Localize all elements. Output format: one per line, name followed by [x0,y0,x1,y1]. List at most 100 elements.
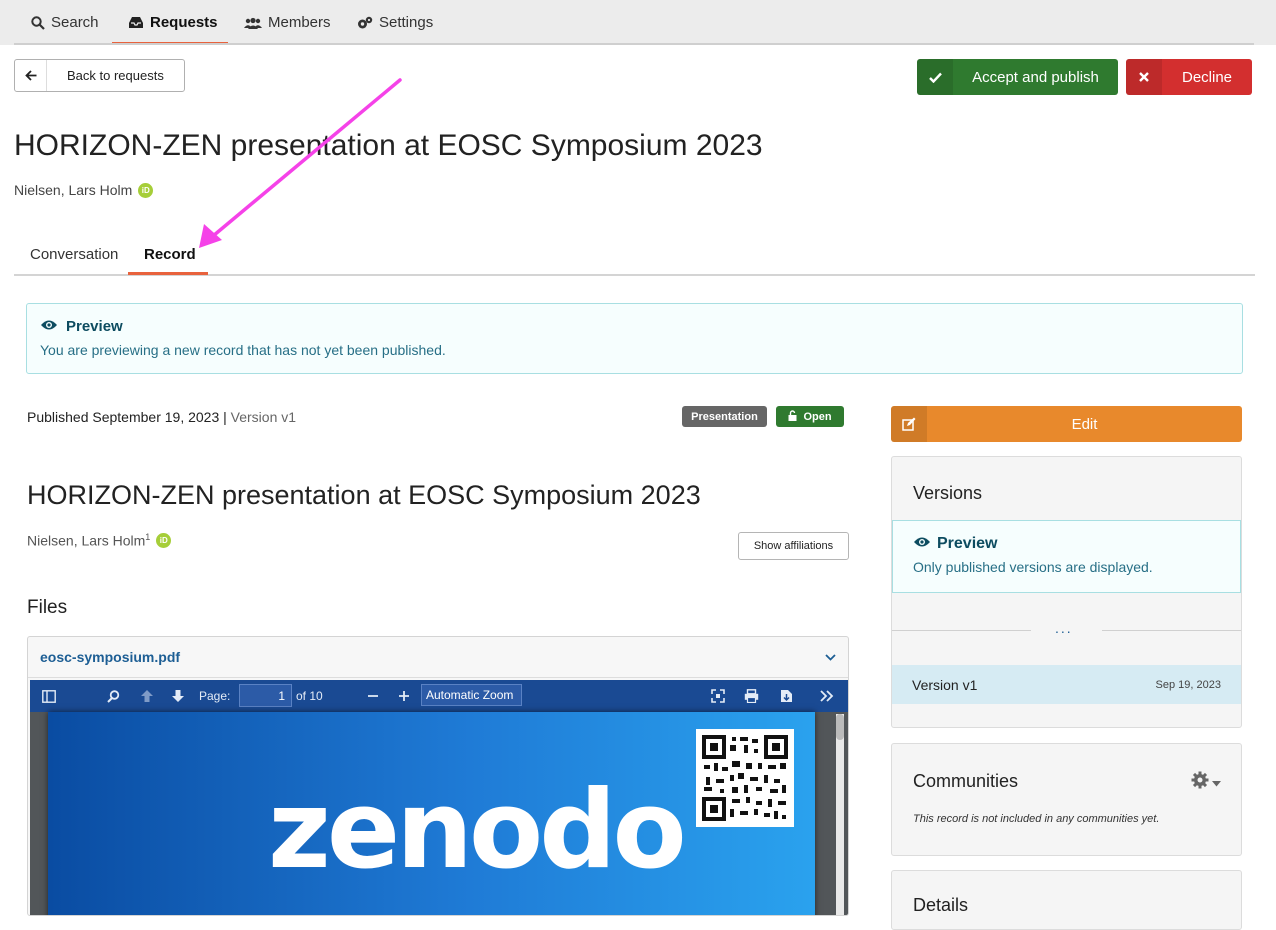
record-author-affiliation-index: 1 [145,532,151,542]
versions-preview-notice: Preview Only published versions are disp… [892,520,1241,593]
pdf-scrollbar-thumb[interactable] [836,714,844,740]
edit-label: Edit [1071,415,1098,433]
request-title: HORIZON-ZEN presentation at EOSC Symposi… [14,129,763,162]
edit-button[interactable]: Edit [891,406,1242,442]
next-page-icon[interactable] [171,680,185,712]
request-author: Nielsen, Lars Holm iD [14,182,154,198]
show-affiliations-button[interactable]: Show affiliations [738,532,849,560]
version-row[interactable]: Version v1 Sep 19, 2023 [892,665,1241,704]
unlock-icon [788,409,797,424]
versions-preview-text: Only published versions are displayed. [913,559,1153,575]
request-author-name[interactable]: Nielsen, Lars Holm [14,182,132,198]
resource-type-badge: Presentation [682,406,767,427]
versions-preview-title: Preview [937,535,998,552]
eye-icon [40,318,58,335]
divider-line-right [1102,630,1241,631]
record-author-name[interactable]: Nielsen, Lars Holm [27,533,145,549]
publication-separator: | [219,409,231,425]
arrow-left-icon [15,60,47,91]
close-icon [1126,59,1162,95]
eye-icon [913,535,931,553]
back-to-requests-button[interactable]: Back to requests [14,59,185,92]
caret-down-icon [1212,774,1221,792]
nav-divider [14,43,1254,45]
cogs-icon [357,16,373,30]
file-accordion-header[interactable]: eosc-symposium.pdf [28,637,848,678]
search-icon [31,15,45,30]
pdf-toolbar: Page: 1 of 10 Automatic Zoom [30,680,848,712]
pdf-page: zenodo [48,712,815,915]
record-author: Nielsen, Lars Holm1 iD [27,532,172,549]
version-date: Sep 19, 2023 [1155,678,1221,691]
versions-panel: Versions Preview Only published versions… [891,456,1242,728]
tab-active-indicator [128,272,208,275]
decline-button[interactable]: Decline [1126,59,1252,95]
nav-search-label: Search [51,14,99,31]
request-tabs: Conversation Record [14,238,1255,276]
preview-banner-heading: Preview [40,318,123,335]
orcid-icon[interactable]: iD [138,182,154,198]
communities-panel: Communities This record is not included … [891,743,1242,856]
record-title: HORIZON-ZEN presentation at EOSC Symposi… [27,480,701,510]
versions-heading: Versions [913,483,983,503]
tools-menu-icon[interactable] [820,680,834,712]
communities-empty-note: This record is not included in any commu… [913,813,1160,825]
gear-icon [1191,771,1209,794]
divider-line-left [892,630,1031,631]
communities-heading: Communities [913,771,1019,791]
versions-preview-heading: Preview [913,535,997,553]
access-status-label: Open [803,410,832,423]
record-author-name-wrap: Nielsen, Lars Holm1 [27,532,150,549]
nav-search[interactable]: Search [31,14,99,31]
tab-record[interactable]: Record [144,246,196,263]
zoom-select[interactable]: Automatic Zoom [421,684,522,706]
qr-code-image [696,729,794,827]
page-total: of 10 [296,689,323,703]
accept-and-publish-button[interactable]: Accept and publish [917,59,1118,95]
users-icon [244,17,262,29]
tab-conversation[interactable]: Conversation [30,246,118,263]
nav-requests-label: Requests [150,14,218,31]
presentation-mode-icon[interactable] [711,680,725,712]
preview-banner-title: Preview [66,318,123,335]
find-icon[interactable] [107,680,120,712]
access-status-badge: Open [776,406,844,427]
zoom-out-icon[interactable] [367,680,379,712]
details-panel: Details [891,870,1242,930]
nav-members[interactable]: Members [244,14,331,31]
print-icon[interactable] [744,680,759,712]
nav-settings[interactable]: Settings [357,14,433,31]
page-number-input[interactable]: 1 [239,684,292,707]
zoom-in-icon[interactable] [398,680,410,712]
check-icon [917,59,953,95]
zenodo-logo: zenodo [268,768,687,893]
file-name-link[interactable]: eosc-symposium.pdf [40,649,180,665]
orcid-icon[interactable]: iD [156,532,172,548]
chevron-down-icon[interactable] [825,648,836,666]
versions-divider: ... [892,620,1241,636]
page-label: Page: [199,689,231,703]
preview-banner: Preview You are previewing a new record … [26,303,1243,374]
pdf-scrollbar[interactable] [836,714,844,915]
versions-more-dots[interactable]: ... [1055,620,1073,636]
nav-settings-label: Settings [379,14,434,31]
accept-and-publish-label: Accept and publish [972,68,1099,86]
file-preview-panel: eosc-symposium.pdf Page: 1 of 10 Automat… [27,636,849,916]
resource-type-label: Presentation [691,410,758,423]
back-to-requests-label: Back to requests [67,68,164,83]
nav-members-label: Members [268,14,331,31]
communities-settings-dropdown[interactable] [1191,771,1221,794]
previous-page-icon[interactable] [140,680,154,712]
pdf-viewport[interactable]: zenodo [30,712,848,915]
edit-icon [891,406,927,442]
version-label[interactable]: Version v1 [912,677,977,693]
decline-label: Decline [1181,68,1233,86]
publication-date: Published September 19, 2023 [27,409,220,425]
sidebar-toggle-icon[interactable] [42,680,56,712]
publication-info: Published September 19, 2023 | Version v… [27,409,296,425]
files-heading: Files [27,597,68,618]
nav-requests[interactable]: Requests [128,14,218,31]
preview-banner-text: You are previewing a new record that has… [40,342,446,358]
top-navigation: Search Requests Members Settings [0,0,1276,45]
download-icon[interactable] [780,680,793,712]
